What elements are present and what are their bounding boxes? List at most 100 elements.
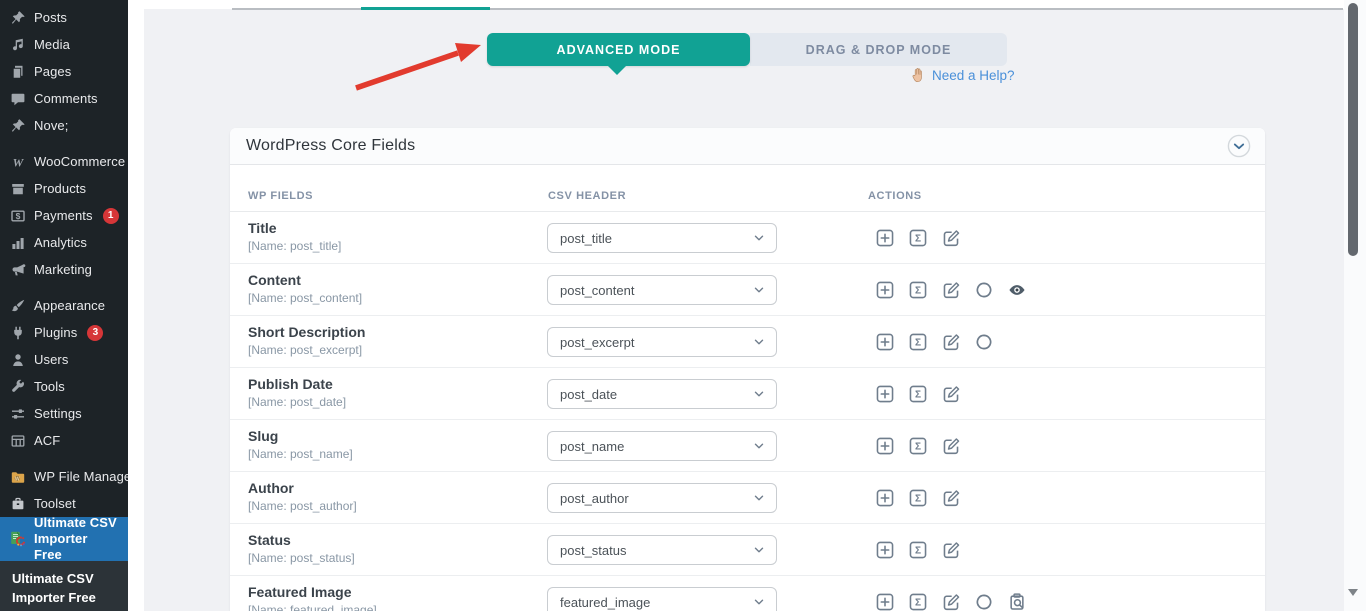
svg-text:Σ: Σ xyxy=(915,338,921,349)
field-rows: Title [Name: post_title] post_title Σ Co… xyxy=(230,212,1265,611)
action-add-button[interactable] xyxy=(876,229,894,247)
sidebar-item-settings[interactable]: Settings xyxy=(0,400,128,427)
sidebar-item-ultimate-csv-importer-free[interactable]: Ultimate CSV Importer Free xyxy=(0,517,128,561)
active-tab-caret xyxy=(608,66,626,75)
products-icon xyxy=(10,181,26,197)
collapse-panel-button[interactable] xyxy=(1227,134,1251,158)
sidebar-item-payments[interactable]: $ Payments 1 xyxy=(0,202,128,229)
csv-header-select[interactable]: post_content xyxy=(547,275,777,305)
csv-header-select[interactable]: post_title xyxy=(547,223,777,253)
sigma-icon: Σ xyxy=(909,385,927,403)
action-edit-button[interactable] xyxy=(942,333,960,351)
field-internal-name: [Name: post_title] xyxy=(248,239,341,253)
action-edit-button[interactable] xyxy=(942,541,960,559)
count-badge: 1 xyxy=(103,208,119,224)
sidebar-item-comments[interactable]: Comments xyxy=(0,85,128,112)
action-openai-button[interactable] xyxy=(975,281,993,299)
sidebar-item-nove[interactable]: Nove; xyxy=(0,112,128,139)
action-edit-button[interactable] xyxy=(942,281,960,299)
csv-header-select[interactable]: post_status xyxy=(547,535,777,565)
need-help-label: Need a Help? xyxy=(932,68,1015,83)
action-eye-button[interactable] xyxy=(1008,281,1026,299)
chevron-down-icon xyxy=(752,335,766,349)
sidebar-item-appearance[interactable]: Appearance xyxy=(0,292,128,319)
field-row-featured-image: Featured Image [Name: featured_image] fe… xyxy=(230,576,1265,611)
action-openai-button[interactable] xyxy=(975,333,993,351)
csv-header-select[interactable]: post_author xyxy=(547,483,777,513)
sidebar-item-label: WP File Manager xyxy=(34,469,136,484)
sidebar-item-label: ACF xyxy=(34,433,60,448)
scrollbar-track[interactable] xyxy=(1344,0,1366,611)
sigma-icon: Σ xyxy=(909,489,927,507)
svg-text:$: $ xyxy=(16,210,21,220)
marketing-icon xyxy=(10,262,26,278)
csv-header-value: post_content xyxy=(560,283,634,298)
tab-drag-drop-mode[interactable]: DRAG & DROP MODE xyxy=(750,33,1007,66)
action-sigma-button[interactable]: Σ xyxy=(909,385,927,403)
folder-icon: W xyxy=(10,469,26,485)
sidebar-item-label: Settings xyxy=(34,406,82,421)
field-internal-name: [Name: featured_image] xyxy=(248,603,377,611)
svg-text:Σ: Σ xyxy=(915,494,921,505)
need-help-link[interactable]: Need a Help? xyxy=(910,67,1015,84)
tab-advanced-mode[interactable]: ADVANCED MODE xyxy=(487,33,750,66)
action-add-button[interactable] xyxy=(876,593,894,611)
add-icon xyxy=(876,385,894,403)
action-edit-button[interactable] xyxy=(942,593,960,611)
chevron-down-icon xyxy=(752,283,766,297)
action-edit-button[interactable] xyxy=(942,489,960,507)
scrollbar-thumb[interactable] xyxy=(1348,3,1358,256)
field-row-content: Content [Name: post_content] post_conten… xyxy=(230,264,1265,316)
action-add-button[interactable] xyxy=(876,281,894,299)
action-edit-button[interactable] xyxy=(942,229,960,247)
sidebar-item-wp-file-manager[interactable]: W WP File Manager xyxy=(0,463,128,490)
sidebar-item-analytics[interactable]: Analytics xyxy=(0,229,128,256)
sidebar-item-woocommerce[interactable]: W WooCommerce xyxy=(0,148,128,175)
action-sigma-button[interactable]: Σ xyxy=(909,437,927,455)
action-add-button[interactable] xyxy=(876,541,894,559)
action-openai-button[interactable] xyxy=(975,593,993,611)
sidebar-item-acf[interactable]: ACF xyxy=(0,427,128,454)
action-sigma-button[interactable]: Σ xyxy=(909,333,927,351)
sidebar-item-tools[interactable]: Tools xyxy=(0,373,128,400)
action-media-search-button[interactable] xyxy=(1008,593,1026,611)
sidebar-item-products[interactable]: Products xyxy=(0,175,128,202)
action-edit-button[interactable] xyxy=(942,385,960,403)
sidebar-submenu-item-ultimate-csv-importer[interactable]: Ultimate CSV Importer Free xyxy=(0,561,128,611)
sidebar-item-media[interactable]: Media xyxy=(0,31,128,58)
toolset-icon xyxy=(10,496,26,512)
csv-header-select[interactable]: post_date xyxy=(547,379,777,409)
comments-icon xyxy=(10,91,26,107)
action-add-button[interactable] xyxy=(876,333,894,351)
scrollbar-down-arrow[interactable] xyxy=(1348,589,1358,596)
action-add-button[interactable] xyxy=(876,489,894,507)
csv-header-select[interactable]: post_excerpt xyxy=(547,327,777,357)
csv-header-select[interactable]: featured_image xyxy=(547,587,777,611)
action-sigma-button[interactable]: Σ xyxy=(909,489,927,507)
svg-text:Σ: Σ xyxy=(915,442,921,453)
sidebar-item-toolset[interactable]: Toolset xyxy=(0,490,128,517)
chevron-down-icon xyxy=(752,231,766,245)
svg-text:Σ: Σ xyxy=(915,598,921,609)
action-sigma-button[interactable]: Σ xyxy=(909,281,927,299)
action-sigma-button[interactable]: Σ xyxy=(909,593,927,611)
eye-icon xyxy=(1008,281,1026,299)
csv-header-value: post_author xyxy=(560,491,629,506)
edit-icon xyxy=(942,333,960,351)
action-edit-button[interactable] xyxy=(942,437,960,455)
edit-icon xyxy=(942,281,960,299)
sidebar-item-posts[interactable]: Posts xyxy=(0,4,128,31)
svg-text:W: W xyxy=(13,155,25,169)
field-row-slug: Slug [Name: post_name] post_name Σ xyxy=(230,420,1265,472)
action-sigma-button[interactable]: Σ xyxy=(909,229,927,247)
sidebar-item-plugins[interactable]: Plugins 3 xyxy=(0,319,128,346)
csv-header-select[interactable]: post_name xyxy=(547,431,777,461)
sidebar-item-marketing[interactable]: Marketing xyxy=(0,256,128,283)
sidebar-item-users[interactable]: Users xyxy=(0,346,128,373)
action-add-button[interactable] xyxy=(876,437,894,455)
action-sigma-button[interactable]: Σ xyxy=(909,541,927,559)
pages-icon xyxy=(10,64,26,80)
sidebar-item-pages[interactable]: Pages xyxy=(0,58,128,85)
payments-icon: $ xyxy=(10,208,26,224)
action-add-button[interactable] xyxy=(876,385,894,403)
